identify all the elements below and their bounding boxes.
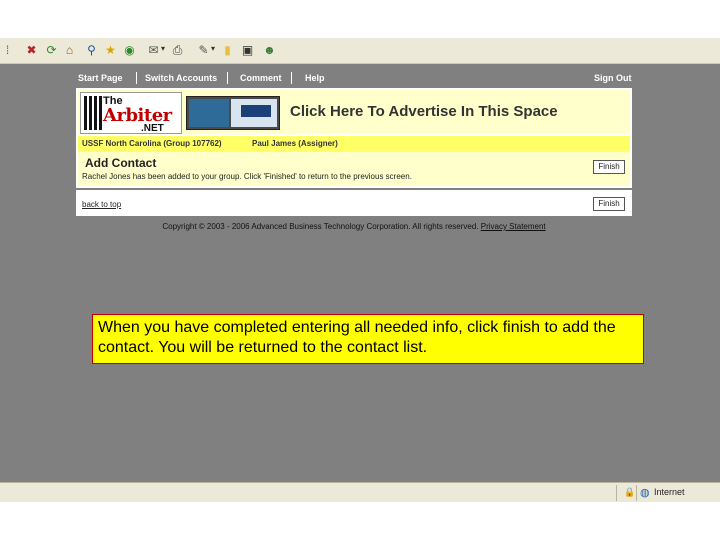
status-divider [636,485,637,501]
back-to-top-bar: back to top Finish [76,190,632,216]
internet-zone-icon: ◍ [640,487,650,499]
folder-icon[interactable]: ▮ [220,43,235,58]
instruction-callout: When you have completed entering all nee… [92,314,644,364]
slide-stage: ⁞ ✖ ⟳ ⌂ ⚲ ★ ◉ ✉ ▾ ⎙ ✎ ▾ ▮ ▣ ☻ Start Page… [0,0,720,540]
back-to-top-link[interactable]: back to top [82,200,121,209]
nav-separator [227,72,228,84]
media-icon[interactable]: ◉ [122,43,137,58]
copyright-line: Copyright © 2003 - 2006 Advanced Busines… [76,222,632,231]
browser-toolbar: ⁞ ✖ ⟳ ⌂ ⚲ ★ ◉ ✉ ▾ ⎙ ✎ ▾ ▮ ▣ ☻ [0,38,720,64]
nav-switch-accounts[interactable]: Switch Accounts [145,73,217,83]
site-nav: Start Page Switch Accounts Comment Help … [76,70,632,88]
separator-icon: ⁞ [5,43,10,57]
research-icon[interactable]: ▣ [240,43,255,58]
nav-start-page[interactable]: Start Page [78,73,123,83]
logo-bars-icon [84,96,104,130]
group-info-bar: USSF North Carolina (Group 107762) Paul … [76,136,632,152]
mail-dropdown-icon[interactable]: ▾ [161,44,165,53]
nav-comment[interactable]: Comment [240,73,282,83]
arbiter-logo[interactable]: The Arbiter .NET [80,92,182,134]
panel-message: Rachel Jones has been added to your grou… [82,172,412,181]
group-name: USSF North Carolina (Group 107762) [82,139,222,148]
logo-text-net: .NET [141,123,164,134]
edit-dropdown-icon[interactable]: ▾ [211,44,215,53]
site-banner: The Arbiter .NET Click Here To Advertise… [76,88,632,136]
mail-icon[interactable]: ✉ [146,43,161,58]
favorites-icon[interactable]: ★ [103,43,118,58]
finish-button[interactable]: Finish [593,160,625,174]
status-bar: 🔒 ◍ Internet [0,482,720,502]
advertise-link[interactable]: Click Here To Advertise In This Space [290,103,558,120]
browser-content: Start Page Switch Accounts Comment Help … [0,64,720,482]
refresh-icon[interactable]: ⟳ [44,43,59,58]
security-zone: Internet [654,487,685,497]
status-divider [616,485,617,501]
nav-separator [136,72,137,84]
nav-separator [291,72,292,84]
print-icon[interactable]: ⎙ [170,43,185,58]
nav-help[interactable]: Help [305,73,325,83]
home-icon[interactable]: ⌂ [62,43,77,58]
add-contact-panel: Add Contact Rachel Jones has been added … [76,152,632,188]
privacy-link[interactable]: Privacy Statement [481,222,546,231]
nav-sign-out[interactable]: Sign Out [594,73,632,83]
panel-title: Add Contact [85,156,157,170]
banner-image [186,96,280,130]
search-icon[interactable]: ⚲ [84,43,99,58]
close-icon[interactable]: ✖ [24,43,39,58]
lock-icon: 🔒 [624,487,636,497]
group-user: Paul James (Assigner) [252,139,338,148]
messenger-icon[interactable]: ☻ [262,43,277,58]
edit-icon[interactable]: ✎ [196,43,211,58]
finish-button-bottom[interactable]: Finish [593,197,625,211]
copyright-text: Copyright © 2003 - 2006 Advanced Busines… [162,222,479,231]
